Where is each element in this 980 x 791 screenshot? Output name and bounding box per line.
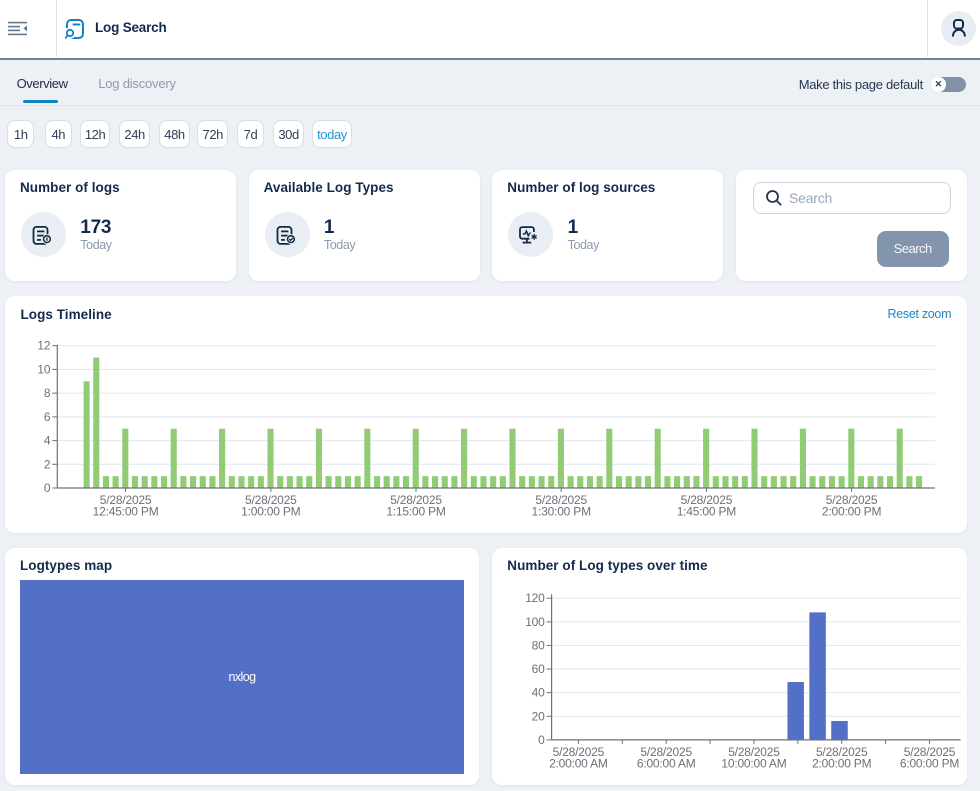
svg-text:1:00:00 PM: 1:00:00 PM — [241, 505, 301, 519]
svg-text:0: 0 — [44, 481, 51, 495]
svg-text:12: 12 — [37, 339, 50, 353]
svg-text:8: 8 — [44, 386, 51, 400]
svg-text:0: 0 — [538, 732, 545, 746]
svg-text:6: 6 — [44, 410, 51, 424]
svg-text:6:00:00 PM: 6:00:00 PM — [900, 756, 959, 770]
svg-text:2: 2 — [44, 457, 51, 471]
svg-text:10: 10 — [37, 362, 50, 376]
svg-text:60: 60 — [532, 662, 545, 676]
svg-text:20: 20 — [532, 709, 545, 723]
svg-text:6:00:00 AM: 6:00:00 AM — [637, 756, 696, 770]
svg-text:2:00:00 PM: 2:00:00 PM — [812, 756, 871, 770]
svg-text:12:45:00 PM: 12:45:00 PM — [93, 505, 159, 519]
svg-text:120: 120 — [525, 591, 545, 605]
svg-text:100: 100 — [525, 614, 545, 628]
svg-text:4: 4 — [44, 434, 51, 448]
svg-text:10:00:00 AM: 10:00:00 AM — [722, 756, 787, 770]
svg-text:1:45:00 PM: 1:45:00 PM — [677, 505, 737, 519]
svg-text:2:00:00 PM: 2:00:00 PM — [822, 505, 882, 519]
svg-text:40: 40 — [532, 685, 545, 699]
svg-text:2:00:00 AM: 2:00:00 AM — [549, 756, 608, 770]
svg-text:1:30:00 PM: 1:30:00 PM — [532, 505, 592, 519]
svg-text:80: 80 — [532, 638, 545, 652]
svg-text:1:15:00 PM: 1:15:00 PM — [386, 505, 446, 519]
